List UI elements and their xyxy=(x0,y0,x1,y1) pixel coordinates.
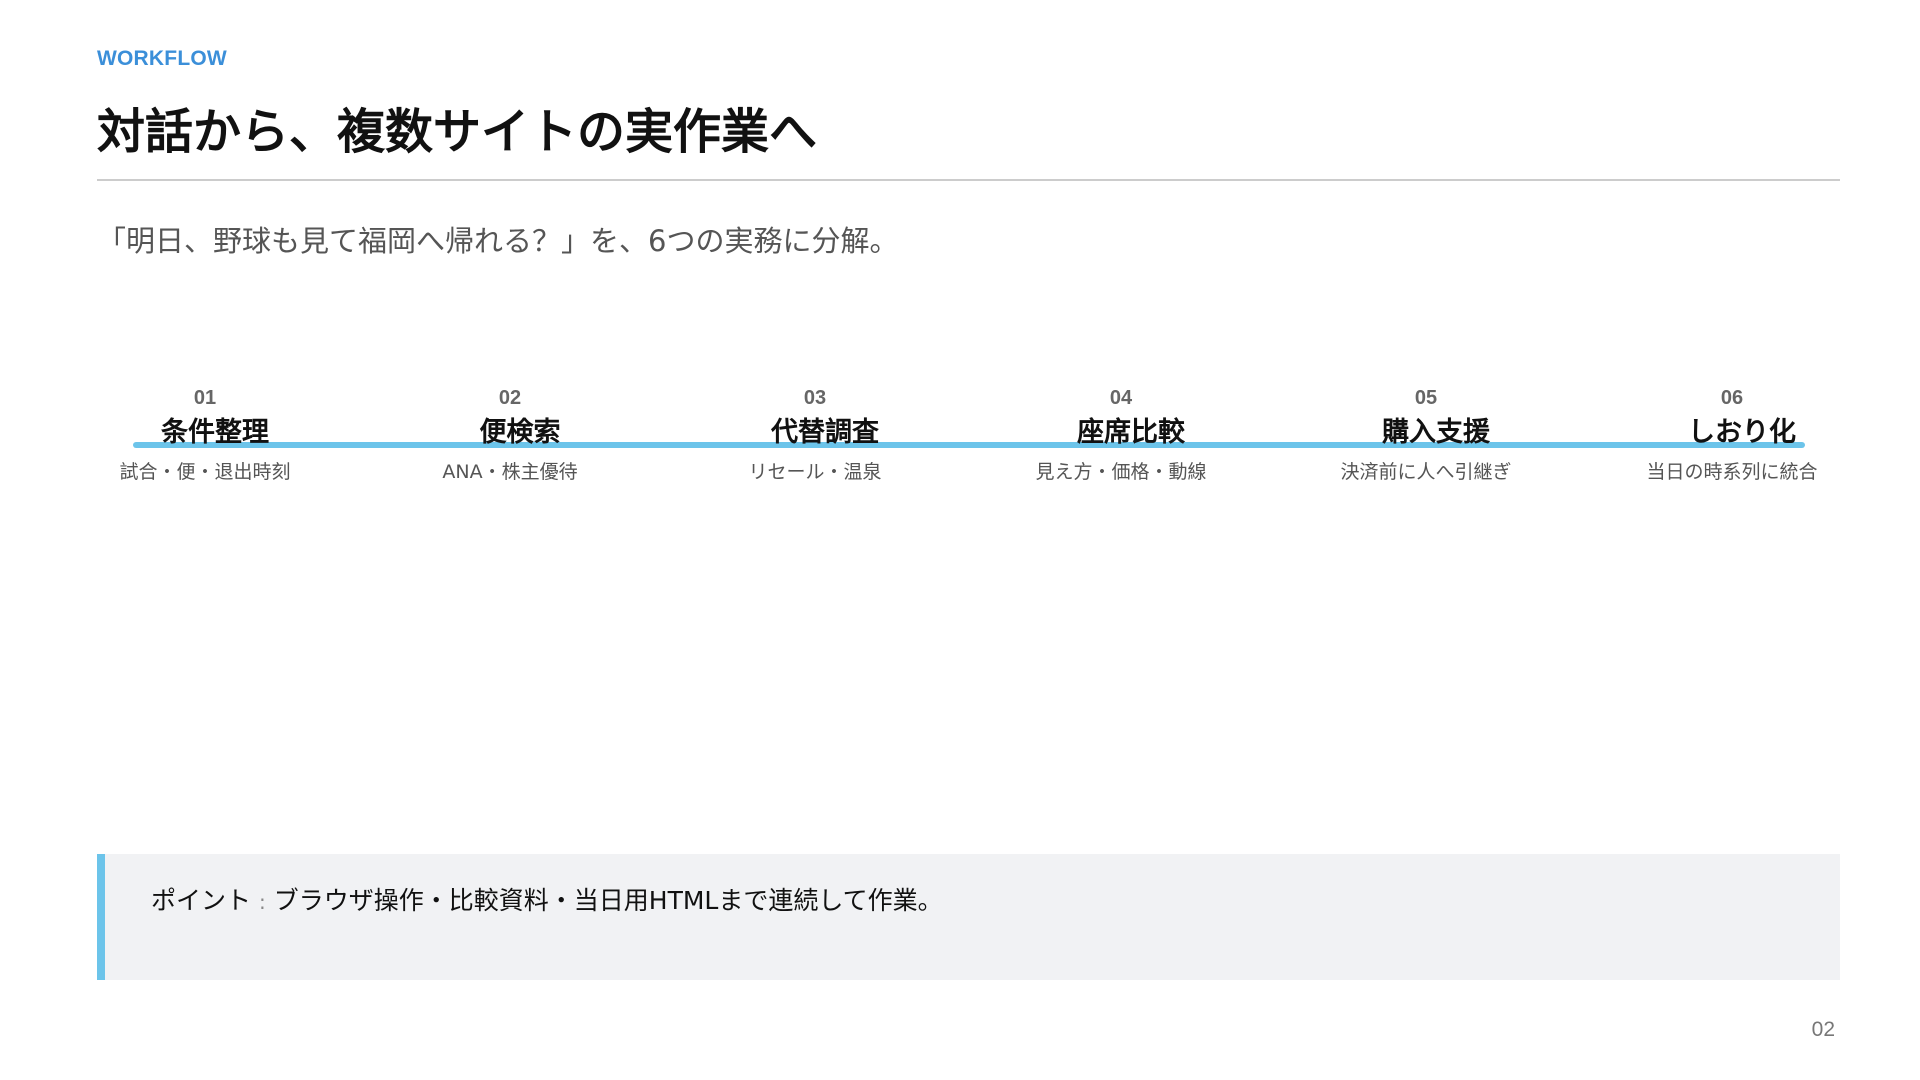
step-number: 01 xyxy=(193,387,217,409)
step-number: 04 xyxy=(1109,387,1133,409)
step-description: 見え方・価格・動線 xyxy=(1035,461,1207,483)
title-divider xyxy=(97,179,1840,181)
step-description: 当日の時系列に統合 xyxy=(1646,461,1818,483)
step-title: 座席比較 xyxy=(1077,417,1185,448)
page-number: 02 xyxy=(1811,1018,1835,1041)
eyebrow-label: WORKFLOW xyxy=(97,47,227,70)
step-title: 条件整理 xyxy=(161,417,269,448)
point-callout: ポイント: ブラウザ操作・比較資料・当日用HTMLまで連続して作業。 xyxy=(97,854,1840,980)
step-description: リセール・温泉 xyxy=(748,461,882,483)
slide-subtitle: 「明日、野球も見て福岡へ帰れる？」を、6つの実務に分解。 xyxy=(97,224,899,258)
workflow-step-4: 04 座席比較 見え方・価格・動線 xyxy=(971,386,1271,485)
step-title: 代替調査 xyxy=(771,417,879,448)
point-label: ポイント xyxy=(151,886,252,915)
workflow-step-6: 06 しおり化 当日の時系列に統合 xyxy=(1582,386,1882,485)
workflow-step-1: 01 条件整理 試合・便・退出時刻 xyxy=(55,386,355,485)
step-description: 決済前に人へ引継ぎ xyxy=(1340,461,1512,483)
point-separator: : xyxy=(259,890,266,914)
step-title: しおり化 xyxy=(1688,417,1796,448)
step-number: 02 xyxy=(498,387,522,409)
point-callout-text: ポイント: ブラウザ操作・比較資料・当日用HTMLまで連続して作業。 xyxy=(151,881,943,917)
step-number: 05 xyxy=(1414,387,1438,409)
step-number: 03 xyxy=(803,387,827,409)
slide-title: 対話から、複数サイトの実作業へ xyxy=(97,104,818,160)
workflow-step-2: 02 便検索 ANA・株主優待 xyxy=(360,386,660,485)
workflow-step-3: 03 代替調査 リセール・温泉 xyxy=(665,386,965,485)
point-body: ブラウザ操作・比較資料・当日用HTMLまで連続して作業。 xyxy=(273,886,943,915)
step-description: 試合・便・退出時刻 xyxy=(119,461,291,483)
step-title: 購入支援 xyxy=(1382,417,1490,448)
step-number: 06 xyxy=(1720,387,1744,409)
workflow-step-5: 05 購入支援 決済前に人へ引継ぎ xyxy=(1276,386,1576,485)
step-description: ANA・株主優待 xyxy=(442,461,578,483)
step-title: 便検索 xyxy=(479,417,561,448)
